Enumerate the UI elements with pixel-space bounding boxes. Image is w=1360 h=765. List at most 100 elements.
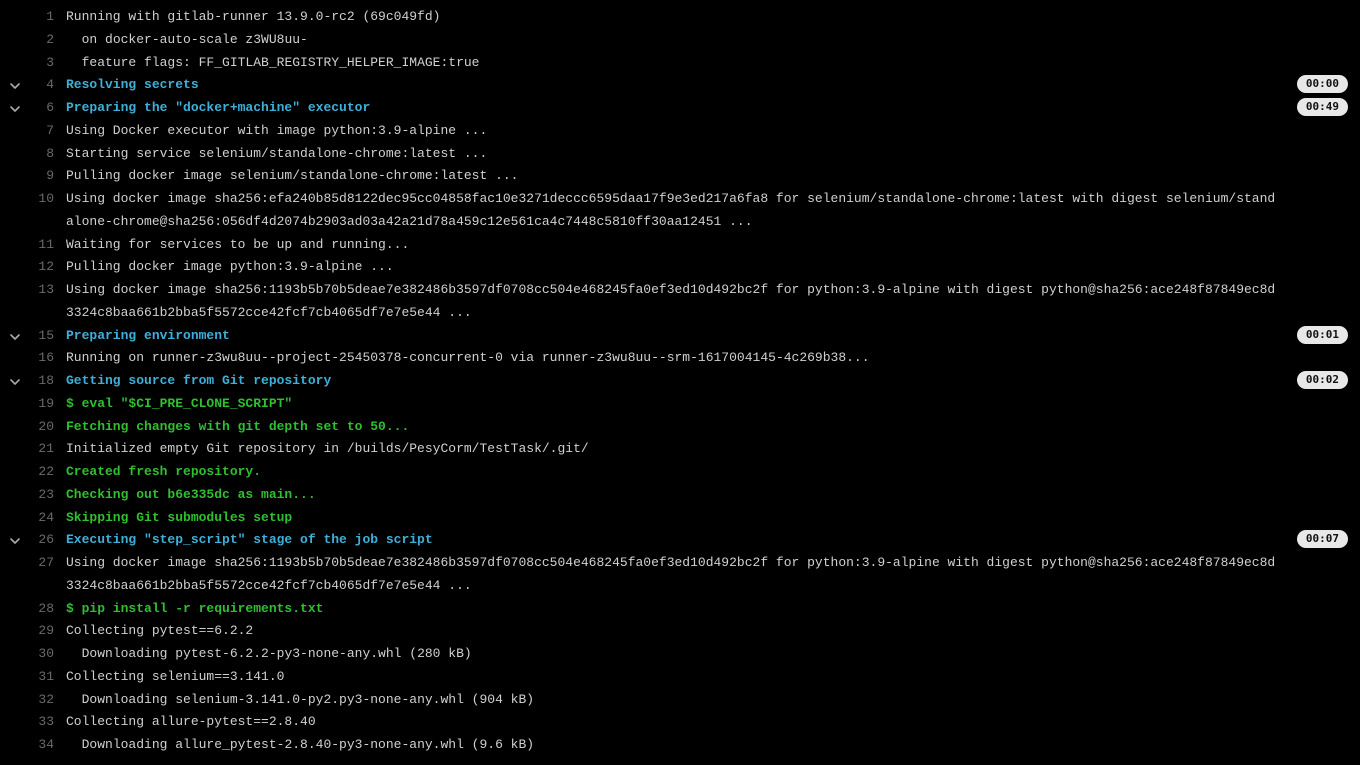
- line-number: 13: [26, 279, 66, 302]
- line-content: feature flags: FF_GITLAB_REGISTRY_HELPER…: [66, 52, 1350, 75]
- collapse-toggle: [4, 143, 26, 146]
- log-line: 29Collecting pytest==6.2.2: [4, 620, 1350, 643]
- log-section-header[interactable]: 15Preparing environment00:01: [4, 325, 1350, 348]
- line-content: Using docker image sha256:1193b5b70b5dea…: [66, 279, 1350, 325]
- line-number: 18: [26, 370, 66, 393]
- line-number: 31: [26, 666, 66, 689]
- log-line: 8Starting service selenium/standalone-ch…: [4, 143, 1350, 166]
- line-content: $ pip install -r requirements.txt: [66, 598, 1350, 621]
- log-line: 11Waiting for services to be up and runn…: [4, 234, 1350, 257]
- line-content: Fetching changes with git depth set to 5…: [66, 416, 1350, 439]
- line-content: Collecting selenium==3.141.0: [66, 666, 1350, 689]
- collapse-toggle: [4, 416, 26, 419]
- log-line: 28$ pip install -r requirements.txt: [4, 598, 1350, 621]
- collapse-toggle: [4, 188, 26, 191]
- collapse-toggle[interactable]: [4, 74, 26, 91]
- collapse-toggle: [4, 6, 26, 9]
- log-line: 32 Downloading selenium-3.141.0-py2.py3-…: [4, 689, 1350, 712]
- line-content: Preparing the "docker+machine" executor: [66, 97, 1350, 120]
- collapse-toggle: [4, 461, 26, 464]
- line-number: 21: [26, 438, 66, 461]
- line-content: Created fresh repository.: [66, 461, 1350, 484]
- line-number: 28: [26, 598, 66, 621]
- collapse-toggle: [4, 234, 26, 237]
- line-content: $ eval "$CI_PRE_CLONE_SCRIPT": [66, 393, 1350, 416]
- collapse-toggle: [4, 552, 26, 555]
- line-content: Executing "step_script" stage of the job…: [66, 529, 1350, 552]
- log-line: 13Using docker image sha256:1193b5b70b5d…: [4, 279, 1350, 325]
- line-number: 32: [26, 689, 66, 712]
- collapse-toggle: [4, 120, 26, 123]
- line-number: 12: [26, 256, 66, 279]
- log-line: 21Initialized empty Git repository in /b…: [4, 438, 1350, 461]
- line-content: Initialized empty Git repository in /bui…: [66, 438, 1350, 461]
- log-line: 20Fetching changes with git depth set to…: [4, 416, 1350, 439]
- log-line: 16Running on runner-z3wu8uu--project-254…: [4, 347, 1350, 370]
- log-line: 2 on docker-auto-scale z3WU8uu-: [4, 29, 1350, 52]
- line-content: Pulling docker image selenium/standalone…: [66, 165, 1350, 188]
- log-section-header[interactable]: 4Resolving secrets00:00: [4, 74, 1350, 97]
- line-number: 8: [26, 143, 66, 166]
- line-content: Checking out b6e335dc as main...: [66, 484, 1350, 507]
- line-content: on docker-auto-scale z3WU8uu-: [66, 29, 1350, 52]
- collapse-toggle: [4, 666, 26, 669]
- job-log: 1Running with gitlab-runner 13.9.0-rc2 (…: [4, 6, 1350, 757]
- log-line: 10Using docker image sha256:efa240b85d81…: [4, 188, 1350, 234]
- duration-badge: 00:02: [1297, 371, 1348, 389]
- collapse-toggle: [4, 393, 26, 396]
- collapse-toggle: [4, 484, 26, 487]
- line-number: 15: [26, 325, 66, 348]
- collapse-toggle[interactable]: [4, 325, 26, 342]
- line-content: Skipping Git submodules setup: [66, 507, 1350, 530]
- collapse-toggle: [4, 347, 26, 350]
- collapse-toggle[interactable]: [4, 97, 26, 114]
- log-line: 1Running with gitlab-runner 13.9.0-rc2 (…: [4, 6, 1350, 29]
- log-line: 34 Downloading allure_pytest-2.8.40-py3-…: [4, 734, 1350, 757]
- log-line: 27Using docker image sha256:1193b5b70b5d…: [4, 552, 1350, 598]
- line-number: 10: [26, 188, 66, 211]
- log-line: 24Skipping Git submodules setup: [4, 507, 1350, 530]
- line-number: 33: [26, 711, 66, 734]
- duration-badge: 00:00: [1297, 75, 1348, 93]
- line-content: Resolving secrets: [66, 74, 1350, 97]
- log-section-header[interactable]: 18Getting source from Git repository00:0…: [4, 370, 1350, 393]
- log-line: 22Created fresh repository.: [4, 461, 1350, 484]
- collapse-toggle: [4, 643, 26, 646]
- log-line: 23Checking out b6e335dc as main...: [4, 484, 1350, 507]
- log-line: 31Collecting selenium==3.141.0: [4, 666, 1350, 689]
- log-section-header[interactable]: 6Preparing the "docker+machine" executor…: [4, 97, 1350, 120]
- line-number: 30: [26, 643, 66, 666]
- line-content: Running on runner-z3wu8uu--project-25450…: [66, 347, 1350, 370]
- line-content: Using docker image sha256:efa240b85d8122…: [66, 188, 1350, 234]
- line-content: Getting source from Git repository: [66, 370, 1350, 393]
- collapse-toggle[interactable]: [4, 529, 26, 546]
- collapse-toggle: [4, 507, 26, 510]
- line-number: 9: [26, 165, 66, 188]
- line-number: 6: [26, 97, 66, 120]
- line-number: 34: [26, 734, 66, 757]
- collapse-toggle[interactable]: [4, 370, 26, 387]
- line-number: 20: [26, 416, 66, 439]
- line-content: Collecting pytest==6.2.2: [66, 620, 1350, 643]
- collapse-toggle: [4, 734, 26, 737]
- collapse-toggle: [4, 620, 26, 623]
- line-content: Downloading selenium-3.141.0-py2.py3-non…: [66, 689, 1350, 712]
- line-content: Preparing environment: [66, 325, 1350, 348]
- line-number: 4: [26, 74, 66, 97]
- log-line: 9Pulling docker image selenium/standalon…: [4, 165, 1350, 188]
- collapse-toggle: [4, 279, 26, 282]
- collapse-toggle: [4, 256, 26, 259]
- log-section-header[interactable]: 26Executing "step_script" stage of the j…: [4, 529, 1350, 552]
- log-line: 7Using Docker executor with image python…: [4, 120, 1350, 143]
- log-line: 33Collecting allure-pytest==2.8.40: [4, 711, 1350, 734]
- line-number: 24: [26, 507, 66, 530]
- collapse-toggle: [4, 165, 26, 168]
- line-number: 27: [26, 552, 66, 575]
- line-content: Starting service selenium/standalone-chr…: [66, 143, 1350, 166]
- line-content: Downloading allure_pytest-2.8.40-py3-non…: [66, 734, 1350, 757]
- line-content: Collecting allure-pytest==2.8.40: [66, 711, 1350, 734]
- line-content: Using docker image sha256:1193b5b70b5dea…: [66, 552, 1350, 598]
- line-number: 1: [26, 6, 66, 29]
- line-number: 16: [26, 347, 66, 370]
- duration-badge: 00:49: [1297, 98, 1348, 116]
